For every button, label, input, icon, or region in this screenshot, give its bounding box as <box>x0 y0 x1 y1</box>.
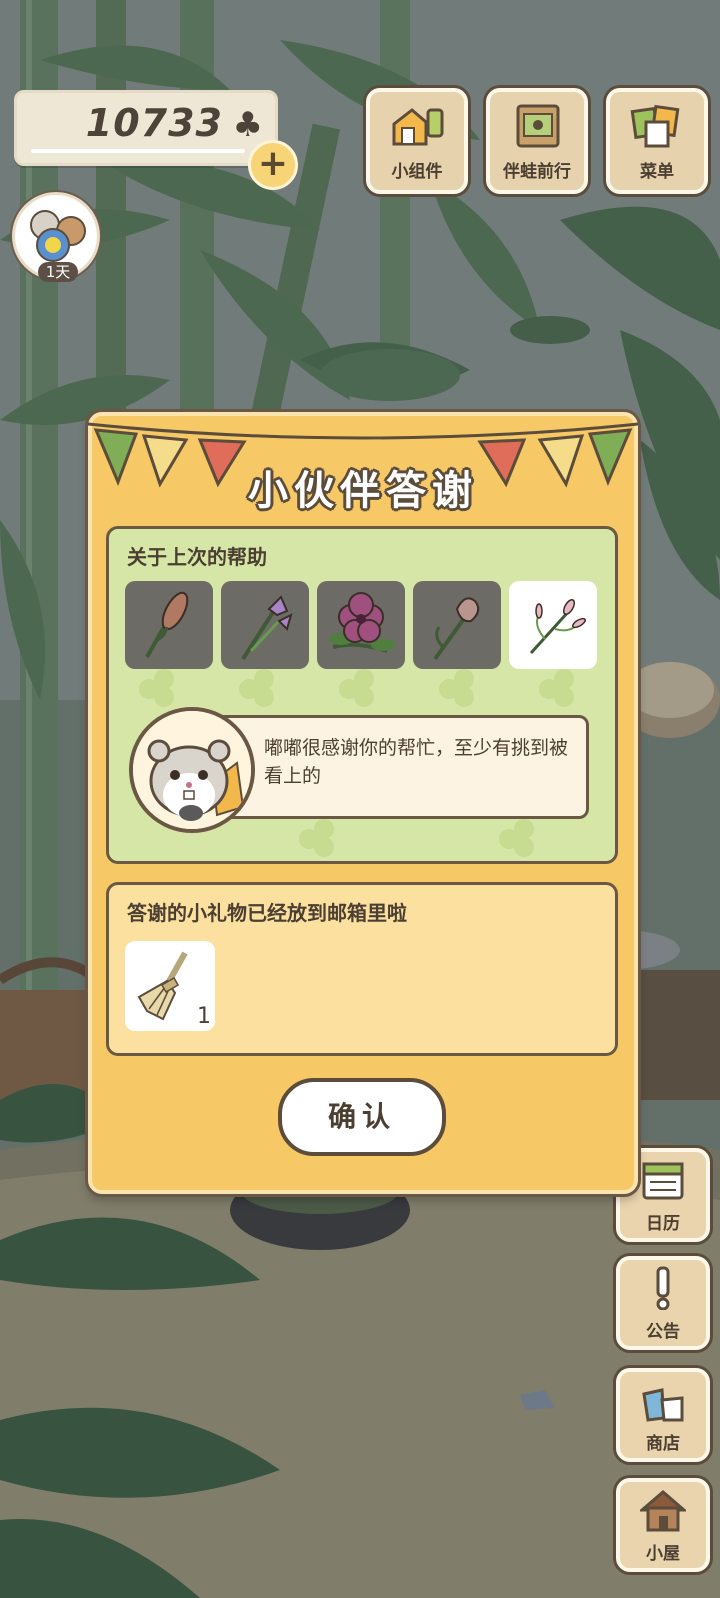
flower-slot-white-sprig[interactable] <box>509 581 597 669</box>
notice-button[interactable]: 公告 <box>616 1256 710 1350</box>
hamster-icon <box>133 711 251 829</box>
widget-icon <box>392 108 444 146</box>
help-panel: 关于上次的帮助 嘟嘟很感谢你的帮忙，至少有挑到被看上的 <box>106 526 618 864</box>
iris-flower-icon <box>241 595 293 661</box>
menu-cards-icon <box>630 104 680 148</box>
house-icon <box>640 1490 686 1532</box>
house-button[interactable]: 小屋 <box>616 1478 710 1572</box>
white-sprig-flower-icon <box>529 599 586 655</box>
house-label: 小屋 <box>646 1544 680 1564</box>
flower-slot-cattail[interactable] <box>125 581 213 669</box>
counter-underline <box>31 149 245 153</box>
clover-icon: ♣ <box>232 105 263 145</box>
hamster-avatar <box>129 707 255 833</box>
shop-label: 商店 <box>646 1434 680 1454</box>
widget-label: 小组件 <box>391 162 443 182</box>
thanks-message: 嘟嘟很感谢你的帮忙，至少有挑到被看上的 <box>264 737 569 787</box>
notice-exclamation-icon <box>656 1266 670 1310</box>
cattail-flower-icon <box>145 591 189 658</box>
thanks-dialog: 小伙伴答谢 关于上次的帮助 嘟嘟很感谢你的帮忙，至少有挑到被看上的 答谢的小礼物… <box>88 412 638 1194</box>
shop-button[interactable]: 商店 <box>616 1368 710 1462</box>
menu-button[interactable]: 菜单 <box>606 88 708 194</box>
gift-panel: 答谢的小礼物已经放到邮箱里啦 1 <box>106 882 618 1056</box>
hibiscus-flower-icon <box>329 592 395 653</box>
shop-bags-icon <box>642 1388 684 1422</box>
menu-label: 菜单 <box>640 162 674 182</box>
help-section-title: 关于上次的帮助 <box>127 545 267 569</box>
gift-count: 1 <box>197 1004 211 1029</box>
flower-slot-tulip[interactable] <box>413 581 501 669</box>
confirm-button[interactable]: 确认 <box>278 1078 446 1156</box>
tulip-flower-icon <box>433 597 480 661</box>
calendar-label: 日历 <box>646 1214 680 1234</box>
journey-button[interactable]: 伴蛙前行 <box>486 88 588 194</box>
clover-counter: 10733 ♣ <box>14 90 278 166</box>
gift-item-slot[interactable]: 1 <box>125 941 215 1031</box>
clover-count: 10733 <box>85 101 223 145</box>
flower-slot-iris[interactable] <box>221 581 309 669</box>
speech-bubble: 嘟嘟很感谢你的帮忙，至少有挑到被看上的 <box>205 715 589 819</box>
calendar-icon <box>642 1162 684 1200</box>
friend-days-badge: 1天 <box>38 262 78 282</box>
journey-book-icon <box>516 104 560 148</box>
dialog-title: 小伙伴答谢 <box>248 468 478 514</box>
widget-button[interactable]: 小组件 <box>366 88 468 194</box>
flower-slot-hibiscus[interactable] <box>317 581 405 669</box>
gift-section-title: 答谢的小礼物已经放到邮箱里啦 <box>127 901 407 925</box>
add-clovers-button[interactable]: + <box>248 140 298 190</box>
journey-label: 伴蛙前行 <box>503 162 571 182</box>
notice-label: 公告 <box>646 1322 680 1342</box>
